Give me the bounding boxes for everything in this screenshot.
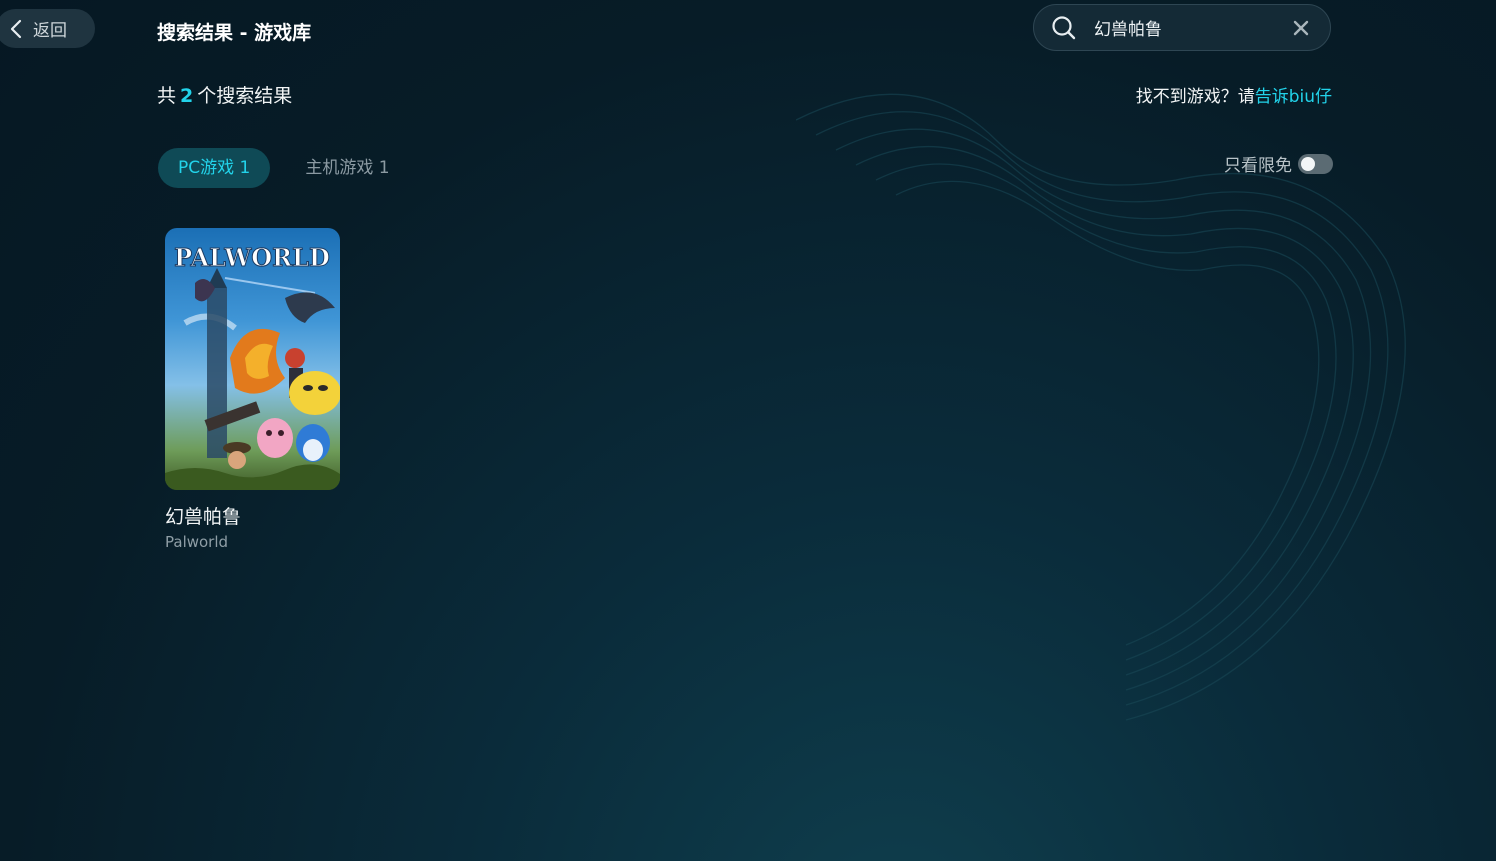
back-label: 返回	[33, 21, 67, 41]
game-title: 幻兽帕鲁	[165, 506, 242, 528]
search-input[interactable]	[1094, 17, 1279, 38]
feedback-prompt: 找不到游戏？请告诉biu仔	[1136, 82, 1332, 107]
tab-pc-games[interactable]: PC游戏 1	[158, 148, 271, 188]
result-count: 共 2 个搜索结果	[157, 81, 292, 108]
background-pattern	[796, 93, 1406, 721]
clear-icon[interactable]	[1292, 19, 1310, 37]
platform-tabs: PC游戏 1 主机游戏 1	[158, 148, 410, 188]
feedback-link[interactable]: 告诉biu仔	[1255, 87, 1332, 107]
result-suffix: 个搜索结果	[197, 85, 293, 107]
search-icon	[1052, 15, 1076, 39]
search-box[interactable]	[1033, 4, 1331, 51]
game-card[interactable]: PALWORLD 幻兽帕鲁 Palworld	[165, 228, 341, 551]
cover-logo: PALWORLD	[174, 243, 330, 272]
free-only-label: 只看限免	[1224, 156, 1292, 176]
cover-art: PALWORLD	[165, 243, 340, 490]
feedback-text: 找不到游戏？请	[1135, 87, 1255, 107]
tab-console-games[interactable]: 主机游戏 1	[285, 148, 409, 188]
result-prefix: 共	[157, 85, 177, 107]
result-number: 2	[180, 85, 194, 107]
chevron-left-icon	[10, 19, 22, 38]
page-title: 搜索结果 - 游戏库	[157, 22, 312, 44]
free-only-filter: 只看限免	[1224, 151, 1333, 176]
game-subtitle: Palworld	[165, 533, 229, 551]
toggle-knob	[1301, 156, 1315, 171]
free-only-toggle[interactable]	[1298, 153, 1333, 174]
game-cover[interactable]: PALWORLD	[165, 228, 340, 490]
back-button[interactable]: 返回	[0, 9, 95, 48]
